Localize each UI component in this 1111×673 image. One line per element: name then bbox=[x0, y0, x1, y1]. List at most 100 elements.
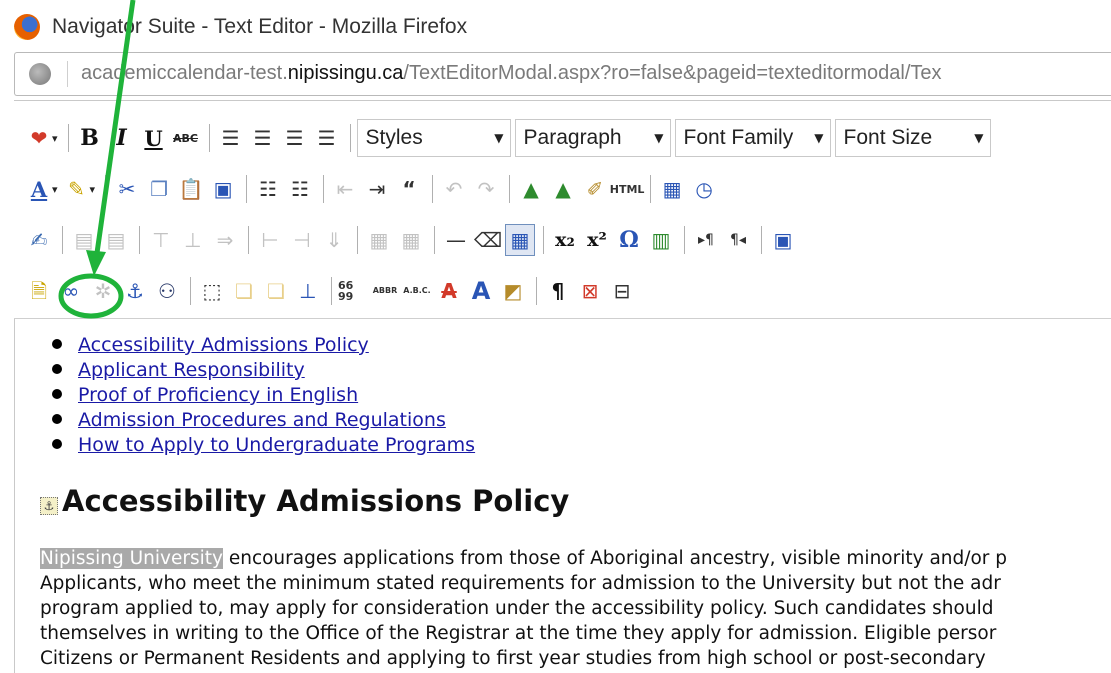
spellcheck-button[interactable]: ❤ bbox=[24, 122, 54, 154]
paste-word-button[interactable]: ▣ bbox=[208, 173, 238, 205]
styles-dropdown[interactable]: Styles ▼ bbox=[356, 119, 511, 157]
subscript-button[interactable]: x₂ bbox=[550, 224, 580, 256]
italic-button[interactable]: I bbox=[107, 122, 137, 154]
anchor-button[interactable]: ⚓ bbox=[120, 275, 150, 307]
highlight-color-button[interactable]: ✎ bbox=[62, 173, 92, 205]
font-a-button[interactable]: A bbox=[466, 275, 496, 307]
align-center-button[interactable]: ☰ bbox=[248, 122, 278, 154]
superscript-button[interactable]: x² bbox=[582, 224, 612, 256]
bold-button[interactable]: B bbox=[75, 122, 105, 154]
strike-color-button[interactable]: A bbox=[434, 275, 464, 307]
split-cells-icon: ▦ bbox=[369, 228, 389, 252]
abbr-button[interactable]: ABBR bbox=[370, 275, 400, 307]
paragraph-line: Nipissing University encourages applicat… bbox=[40, 546, 1111, 571]
cite-button[interactable]: 66 99 bbox=[338, 275, 368, 307]
horizontal-rule-button[interactable]: — bbox=[441, 224, 471, 256]
delete-row-button[interactable]: ⇒ bbox=[210, 224, 240, 256]
link-accessibility-policy[interactable]: Accessibility Admissions Policy bbox=[78, 334, 369, 356]
font-size-dropdown[interactable]: Font Size ▼ bbox=[834, 119, 991, 157]
cut-button[interactable]: ✂ bbox=[112, 173, 142, 205]
paragraph-dropdown[interactable]: Paragraph ▼ bbox=[514, 119, 671, 157]
indent-button[interactable]: ⇥ bbox=[362, 173, 392, 205]
insert-col-after-button[interactable]: ⊣ bbox=[287, 224, 317, 256]
toolbar-separator bbox=[684, 226, 685, 254]
align-right-button[interactable]: ☰ bbox=[280, 122, 310, 154]
insert-image-button[interactable]: ▲ bbox=[516, 173, 546, 205]
styles-dropdown-value: Styles bbox=[365, 126, 423, 149]
link-admission-procedures[interactable]: Admission Procedures and Regulations bbox=[78, 409, 446, 431]
link-proof-of-proficiency[interactable]: Proof of Proficiency in English bbox=[78, 384, 358, 406]
find-replace-button[interactable]: ⚇ bbox=[152, 275, 182, 307]
numbered-list-button[interactable]: ☷ bbox=[285, 173, 315, 205]
insert-link-button[interactable]: ∞ bbox=[56, 275, 86, 307]
nonbreaking-button[interactable]: ⊠ bbox=[575, 275, 605, 307]
edit-properties-button[interactable]: ✍ bbox=[24, 224, 54, 256]
special-char-button[interactable]: Ω bbox=[614, 224, 644, 256]
html-source-button[interactable]: HTML bbox=[609, 173, 645, 205]
move-forward-button[interactable]: ❏ bbox=[229, 275, 259, 307]
cell-props-icon: ▤ bbox=[106, 228, 126, 252]
absolute-position-button[interactable]: ⊥ bbox=[293, 275, 323, 307]
font-family-dropdown[interactable]: Font Family ▼ bbox=[674, 119, 831, 157]
attribs-button[interactable]: ◩ bbox=[498, 275, 528, 307]
link-applicant-responsibility[interactable]: Applicant Responsibility bbox=[78, 359, 305, 381]
rtl-button[interactable]: ¶◂ bbox=[723, 224, 753, 256]
merge-cells-button[interactable]: ▦ bbox=[396, 224, 426, 256]
toolbar-separator bbox=[248, 226, 249, 254]
insert-row-after-button[interactable]: ⊥ bbox=[178, 224, 208, 256]
redo-button[interactable]: ↷ bbox=[471, 173, 501, 205]
copy-button[interactable]: ❐ bbox=[144, 173, 174, 205]
attributes-icon: ◩ bbox=[503, 279, 523, 303]
link-how-to-apply[interactable]: How to Apply to Undergraduate Programs bbox=[78, 434, 475, 456]
acronym-button[interactable]: A.B.C. bbox=[402, 275, 432, 307]
paste-button[interactable]: 📋 bbox=[176, 173, 206, 205]
anchor-marker-icon[interactable]: ⚓ bbox=[40, 497, 58, 515]
ltr-button[interactable]: ▸¶ bbox=[691, 224, 721, 256]
redo-icon: ↷ bbox=[477, 177, 495, 201]
insert-time-button[interactable]: ◷ bbox=[689, 173, 719, 205]
move-backward-button[interactable]: ❏ bbox=[261, 275, 291, 307]
strikethrough-button[interactable]: ABC bbox=[171, 122, 201, 154]
html-label: HTML bbox=[609, 182, 645, 196]
visual-chars-button[interactable]: ¶ bbox=[543, 275, 573, 307]
align-left-button[interactable]: ☰ bbox=[216, 122, 246, 154]
insert-table-button[interactable]: ▦ bbox=[505, 224, 535, 256]
delete-col-button[interactable]: ⇓ bbox=[319, 224, 349, 256]
insert-date-button[interactable]: ▦ bbox=[657, 173, 687, 205]
address-bar[interactable]: academiccalendar-test.nipissingu.ca/Text… bbox=[14, 52, 1111, 96]
unlink-document-button[interactable]: 🗎 bbox=[24, 275, 54, 307]
align-justify-button[interactable]: ☰ bbox=[312, 122, 342, 154]
insert-col-before-button[interactable]: ⊢ bbox=[255, 224, 285, 256]
undo-button[interactable]: ↶ bbox=[439, 173, 469, 205]
toolbar-separator bbox=[761, 226, 762, 254]
insert-row-before-button[interactable]: ⊤ bbox=[146, 224, 176, 256]
toolbar-separator bbox=[62, 226, 63, 254]
cell-props-button[interactable]: ▤ bbox=[101, 224, 131, 256]
underline-button[interactable]: U bbox=[139, 122, 169, 154]
insert-layer-button[interactable]: ⬚ bbox=[197, 275, 227, 307]
font-color-button[interactable]: A bbox=[24, 173, 54, 205]
horizontal-rule-icon: — bbox=[446, 228, 466, 252]
delete-row-icon: ⇒ bbox=[216, 228, 234, 252]
edit-image-button[interactable]: ▲ bbox=[548, 173, 578, 205]
blockquote-button[interactable]: “ bbox=[394, 173, 424, 205]
toolbar-separator bbox=[543, 226, 544, 254]
split-cells-button[interactable]: ▦ bbox=[364, 224, 394, 256]
list-item: Applicant Responsibility bbox=[51, 359, 475, 384]
omega-icon: Ω bbox=[619, 227, 639, 253]
bullet-list-button[interactable]: ☷ bbox=[253, 173, 283, 205]
fullscreen-button[interactable]: ▣ bbox=[768, 224, 798, 256]
outdent-button[interactable]: ⇤ bbox=[330, 173, 360, 205]
table-props-button[interactable]: ▤ bbox=[69, 224, 99, 256]
url-text[interactable]: academiccalendar-test.nipissingu.ca/Text… bbox=[81, 62, 942, 85]
insert-media-button[interactable]: ▥ bbox=[646, 224, 676, 256]
cleanup-button[interactable]: ✐ bbox=[580, 173, 610, 205]
clock-icon: ◷ bbox=[695, 177, 713, 201]
toolbar-separator bbox=[67, 124, 69, 152]
unlink-button[interactable]: ✲ bbox=[88, 275, 118, 307]
globe-icon[interactable] bbox=[29, 63, 51, 85]
page-break-button[interactable]: ⊟ bbox=[607, 275, 637, 307]
remove-format-button[interactable]: ⌫ bbox=[473, 224, 503, 256]
strikethrough-label: ABC bbox=[173, 131, 199, 145]
body-paragraph[interactable]: Nipissing University encourages applicat… bbox=[40, 546, 1111, 671]
